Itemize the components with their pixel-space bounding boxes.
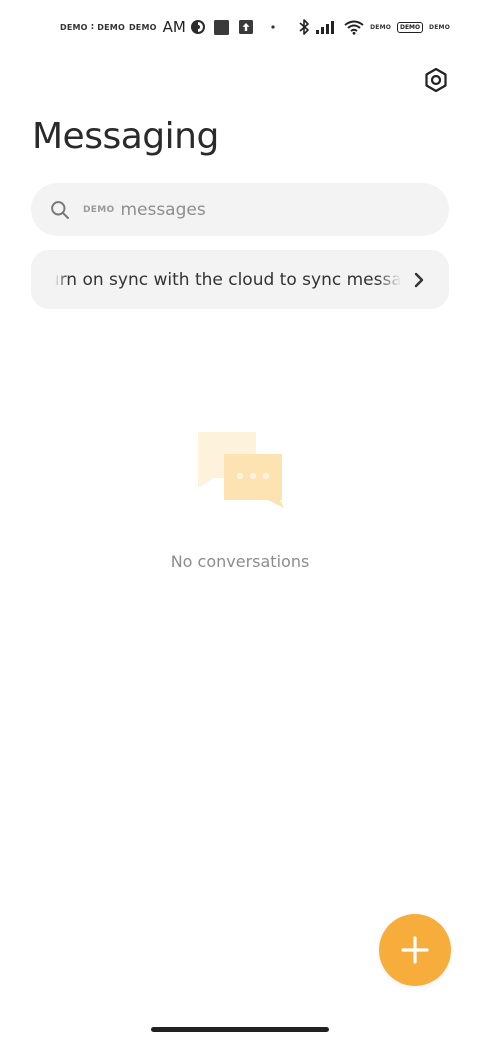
messaging-screen: DEMO : DEMO DEMO AM DEMO DEMO DEMO Messa… (0, 0, 480, 1040)
chevron-right-icon (411, 270, 427, 290)
new-message-button[interactable] (379, 914, 451, 986)
demo-tag: DEMO (429, 23, 450, 31)
bluetooth-icon (298, 18, 310, 36)
demo-tag: DEMO (60, 22, 88, 32)
demo-tag: DEMO (370, 23, 392, 31)
page-title: Messaging (32, 116, 219, 157)
battery-icon: DEMO (397, 21, 424, 33)
dot-icon (271, 25, 275, 29)
upload-icon (238, 20, 253, 34)
gear-icon (423, 67, 449, 93)
clock: AM (162, 18, 186, 36)
sync-banner-text: Turn on sync with the cloud to sync mess… (55, 269, 401, 290)
empty-conversations-illustration (194, 428, 286, 510)
empty-state-text: No conversations (170, 552, 310, 571)
settings-button[interactable] (420, 64, 452, 96)
demo-tag: DEMO (128, 22, 157, 32)
plus-icon (401, 936, 429, 964)
search-input[interactable]: DEMO messages (31, 183, 449, 236)
app-circle-icon (190, 19, 206, 35)
sync-banner[interactable]: Turn on sync with the cloud to sync mess… (31, 250, 449, 309)
signal-icon (316, 20, 338, 34)
demo-tag: DEMO (97, 22, 125, 32)
battery-label: DEMO (399, 23, 421, 31)
status-bar-right: DEMO DEMO DEMO (298, 18, 450, 36)
square-icon (213, 19, 229, 35)
sync-text-container: Turn on sync with the cloud to sync mess… (55, 269, 401, 290)
search-icon (49, 199, 71, 221)
status-bar: DEMO : DEMO DEMO AM DEMO DEMO DEMO (0, 14, 480, 40)
search-demo-label: DEMO (83, 204, 115, 215)
home-indicator[interactable] (151, 1027, 329, 1032)
wifi-icon (344, 20, 364, 35)
search-placeholder: messages (120, 199, 206, 220)
separator-icon: : (90, 22, 95, 32)
status-bar-left: DEMO : DEMO DEMO AM (60, 18, 275, 36)
